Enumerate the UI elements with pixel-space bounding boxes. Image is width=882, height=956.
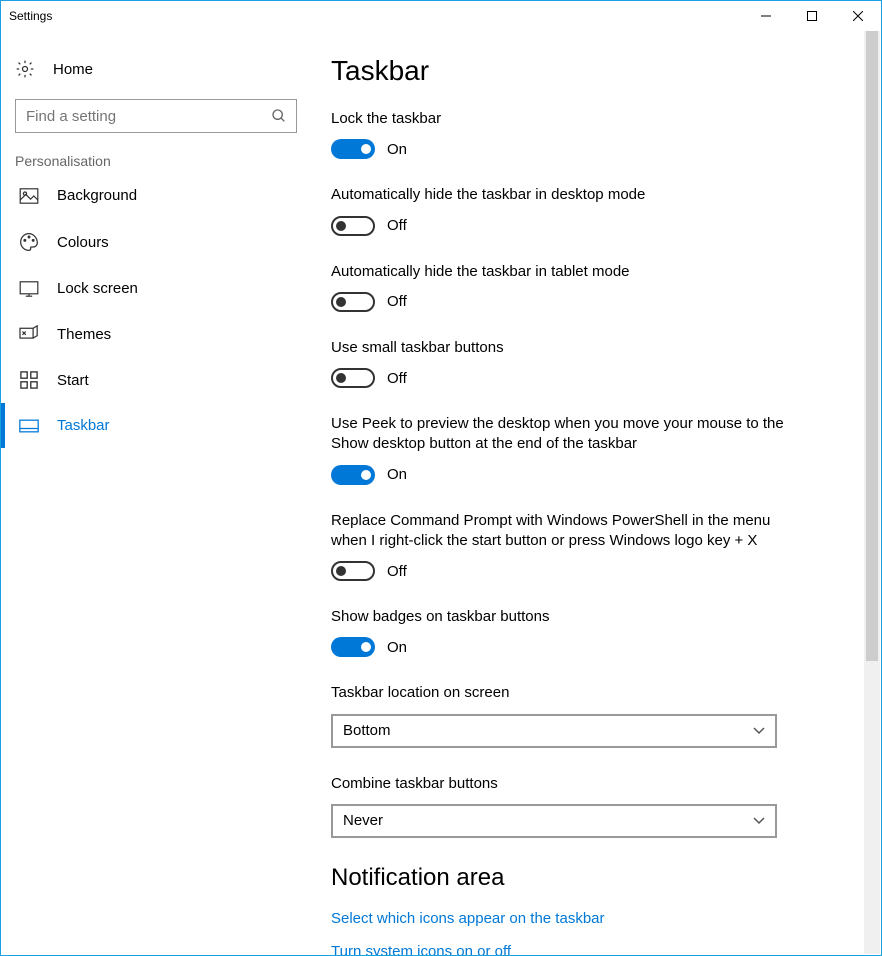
scrollbar[interactable]	[864, 31, 880, 954]
setting-label: Combine taskbar buttons	[331, 774, 791, 794]
sidebar-item-label: Taskbar	[57, 417, 110, 434]
toggle-small-buttons[interactable]	[331, 368, 375, 388]
dropdown-value: Bottom	[343, 722, 391, 739]
minimize-button[interactable]	[743, 1, 789, 31]
toggle-state: On	[387, 466, 407, 483]
dropdown-combine-buttons[interactable]: Never	[331, 804, 777, 838]
home-label: Home	[53, 61, 93, 78]
sidebar-item-start[interactable]: Start	[1, 357, 311, 403]
setting-label: Use small taskbar buttons	[331, 338, 791, 358]
picture-icon	[19, 188, 39, 204]
setting-label: Use Peek to preview the desktop when you…	[331, 414, 791, 455]
sidebar-item-background[interactable]: Background	[1, 173, 311, 218]
palette-icon	[19, 232, 39, 252]
maximize-button[interactable]	[789, 1, 835, 31]
content-area: Taskbar Lock the taskbar On Automaticall…	[311, 31, 881, 955]
toggle-state: On	[387, 141, 407, 158]
section-heading: Notification area	[331, 864, 853, 892]
chevron-down-icon	[753, 817, 765, 825]
sidebar-item-lock-screen[interactable]: Lock screen	[1, 266, 311, 311]
start-grid-icon	[19, 371, 39, 389]
setting-label: Replace Command Prompt with Windows Powe…	[331, 511, 791, 552]
page-heading: Taskbar	[331, 55, 853, 87]
setting-label: Lock the taskbar	[331, 109, 791, 129]
window-title: Settings	[9, 9, 52, 23]
toggle-lock-taskbar[interactable]	[331, 139, 375, 159]
sidebar-item-colours[interactable]: Colours	[1, 218, 311, 266]
toggle-state: On	[387, 639, 407, 656]
toggle-powershell[interactable]	[331, 561, 375, 581]
toggle-state: Off	[387, 217, 407, 234]
close-button[interactable]	[835, 1, 881, 31]
settings-window: Settings Home	[0, 0, 882, 956]
chevron-down-icon	[753, 727, 765, 735]
sidebar-item-label: Themes	[57, 326, 111, 343]
sidebar-item-label: Background	[57, 187, 137, 204]
toggle-state: Off	[387, 370, 407, 387]
toggle-state: Off	[387, 563, 407, 580]
setting-label: Taskbar location on screen	[331, 683, 791, 703]
sidebar-item-label: Start	[57, 372, 89, 389]
search-icon	[271, 108, 287, 124]
toggle-autohide-desktop[interactable]	[331, 216, 375, 236]
minimize-icon	[761, 11, 771, 21]
gear-icon	[15, 59, 35, 79]
close-icon	[853, 11, 863, 21]
setting-label: Automatically hide the taskbar in tablet…	[331, 262, 791, 282]
maximize-icon	[807, 11, 817, 21]
taskbar-icon	[19, 419, 39, 433]
category-label: Personalisation	[1, 145, 311, 173]
dropdown-value: Never	[343, 812, 383, 829]
toggle-autohide-tablet[interactable]	[331, 292, 375, 312]
sidebar-item-taskbar[interactable]: Taskbar	[1, 403, 311, 448]
toggle-badges[interactable]	[331, 637, 375, 657]
link-system-icons[interactable]: Turn system icons on or off	[331, 943, 853, 955]
toggle-peek[interactable]	[331, 465, 375, 485]
sidebar-item-label: Lock screen	[57, 280, 138, 297]
lock-screen-icon	[19, 281, 39, 297]
dropdown-taskbar-location[interactable]: Bottom	[331, 714, 777, 748]
sidebar: Home Personalisation Background	[1, 31, 311, 955]
sidebar-item-themes[interactable]: Themes	[1, 311, 311, 357]
home-button[interactable]: Home	[1, 49, 311, 89]
link-select-icons[interactable]: Select which icons appear on the taskbar	[331, 910, 853, 927]
setting-label: Automatically hide the taskbar in deskto…	[331, 185, 791, 205]
titlebar: Settings	[1, 1, 881, 31]
sidebar-item-label: Colours	[57, 234, 109, 251]
scrollbar-thumb[interactable]	[866, 31, 878, 661]
themes-icon	[19, 325, 39, 343]
toggle-state: Off	[387, 293, 407, 310]
search-input[interactable]	[15, 99, 297, 133]
setting-label: Show badges on taskbar buttons	[331, 607, 791, 627]
